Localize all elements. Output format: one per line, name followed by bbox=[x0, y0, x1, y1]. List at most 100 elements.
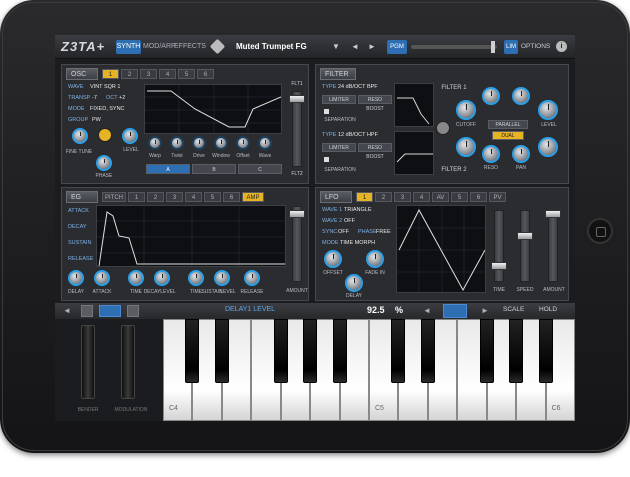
eg-delay-knob[interactable] bbox=[68, 270, 84, 286]
options-button[interactable]: OPTIONS bbox=[521, 40, 550, 54]
eg-tab-5[interactable]: 5 bbox=[204, 192, 221, 202]
parallel-button[interactable]: PARALLEL bbox=[488, 120, 528, 129]
keyboard-mode-icon[interactable] bbox=[99, 305, 121, 317]
osc-mode-a[interactable]: A bbox=[146, 164, 190, 174]
eg-tab-1[interactable]: 1 bbox=[128, 192, 145, 202]
osc-tab-1[interactable]: 1 bbox=[102, 69, 119, 79]
collapse-left-icon[interactable]: ◄ bbox=[63, 306, 71, 315]
scale-button[interactable]: SCALE bbox=[503, 306, 524, 313]
filter1-type-value[interactable]: 24 dB/OCT BPF bbox=[338, 84, 378, 90]
window-knob[interactable] bbox=[214, 136, 228, 150]
black-key[interactable] bbox=[303, 319, 318, 383]
home-button[interactable] bbox=[587, 218, 613, 244]
eg-sustain-time-knob[interactable] bbox=[188, 270, 204, 286]
lfo-wave1-value[interactable]: TRIANGLE bbox=[344, 207, 372, 213]
preset-dropdown-icon[interactable]: ▼ bbox=[332, 40, 340, 54]
osc-mode-c[interactable]: C bbox=[238, 164, 282, 174]
filter2-reso-knob[interactable] bbox=[482, 145, 500, 163]
next-preset-button[interactable]: ► bbox=[368, 40, 376, 54]
filter1-limiter-button[interactable]: LIMITER bbox=[322, 95, 356, 104]
limiter-button[interactable]: LIM bbox=[504, 40, 518, 54]
eg-amount-handle[interactable] bbox=[289, 210, 305, 218]
lfo-tab-5[interactable]: 5 bbox=[451, 192, 468, 202]
lfo-wave2-value[interactable]: OFF bbox=[344, 218, 355, 224]
prev-preset-button[interactable]: ◄ bbox=[351, 40, 359, 54]
black-key[interactable] bbox=[332, 319, 347, 383]
piano-icon[interactable] bbox=[127, 305, 139, 317]
filter2-limiter-button[interactable]: LIMITER bbox=[322, 143, 356, 152]
hold-button[interactable]: HOLD bbox=[539, 306, 557, 313]
eg-tab-4[interactable]: 4 bbox=[185, 192, 202, 202]
eg-attack-knob[interactable] bbox=[94, 270, 110, 286]
pgm-button[interactable]: PGM bbox=[387, 40, 407, 54]
mode-value[interactable]: FIXED, SYNC bbox=[90, 106, 125, 112]
osc-tab-4[interactable]: 4 bbox=[159, 69, 176, 79]
eg-tab-6[interactable]: 6 bbox=[223, 192, 240, 202]
wave-value[interactable]: VINT SQR 1 bbox=[90, 84, 120, 90]
drive-knob[interactable] bbox=[192, 136, 206, 150]
filter2-type-value[interactable]: 12 dB/OCT HPF bbox=[338, 132, 378, 138]
pitch-bender-wheel[interactable] bbox=[81, 325, 95, 399]
eg-release-knob[interactable] bbox=[244, 270, 260, 286]
grid-icon[interactable] bbox=[81, 305, 93, 317]
oct-value[interactable]: +2 bbox=[119, 95, 125, 101]
lfo-tab-3[interactable]: 3 bbox=[394, 192, 411, 202]
eg-sustain-level-knob[interactable] bbox=[214, 270, 230, 286]
offset-knob[interactable] bbox=[236, 136, 250, 150]
osc-tab-6[interactable]: 6 bbox=[197, 69, 214, 79]
black-key[interactable] bbox=[214, 319, 229, 383]
fine-tune-knob[interactable] bbox=[72, 128, 88, 144]
lfo-delay-knob[interactable] bbox=[345, 274, 363, 292]
black-key[interactable] bbox=[391, 319, 406, 383]
wave-knob[interactable] bbox=[258, 136, 272, 150]
lfo-speed-handle[interactable] bbox=[517, 232, 533, 240]
filter1-pan-knob[interactable] bbox=[512, 87, 530, 105]
eg-tab-pitch[interactable]: PITCH bbox=[102, 192, 126, 202]
twist-knob[interactable] bbox=[170, 136, 184, 150]
tab-effects[interactable]: EFFECTS bbox=[174, 40, 206, 54]
octave-up-button[interactable]: ► bbox=[481, 306, 489, 315]
osc-tab-5[interactable]: 5 bbox=[178, 69, 195, 79]
power-icon[interactable] bbox=[98, 128, 112, 142]
lfo-speed-slider[interactable] bbox=[520, 210, 530, 282]
filter1-reso-boost-button[interactable]: RESO BOOST bbox=[358, 95, 392, 112]
filter2-pan-knob[interactable] bbox=[512, 145, 530, 163]
lfo-sync-value[interactable]: OFF bbox=[338, 229, 349, 235]
lfo-tab-av[interactable]: AV bbox=[432, 192, 449, 202]
octave-down-button[interactable]: ◄ bbox=[423, 306, 431, 315]
filter2-level-knob[interactable] bbox=[538, 137, 558, 157]
tab-mod-arp[interactable]: MOD/ARP bbox=[143, 40, 176, 54]
eg-decay-level-knob[interactable] bbox=[154, 270, 170, 286]
info-icon[interactable]: i bbox=[556, 41, 567, 52]
transp-value[interactable]: -7 bbox=[92, 95, 97, 101]
lfo-offset-knob[interactable] bbox=[324, 250, 342, 268]
lfo-amount-handle[interactable] bbox=[545, 210, 561, 218]
lfo-tab-4[interactable]: 4 bbox=[413, 192, 430, 202]
lock-icon[interactable] bbox=[443, 304, 467, 318]
master-volume-slider[interactable] bbox=[411, 45, 497, 49]
preset-name[interactable]: Muted Trumpet FG bbox=[236, 40, 346, 54]
modulation-wheel[interactable] bbox=[121, 325, 135, 399]
lfo-mode-value[interactable]: TIME MORPH bbox=[340, 240, 375, 246]
cube-icon[interactable] bbox=[209, 38, 226, 55]
filter1-checkbox[interactable] bbox=[324, 109, 329, 114]
filter2-checkbox[interactable] bbox=[324, 157, 329, 162]
lfo-time-slider[interactable] bbox=[494, 210, 504, 282]
lfo-amount-slider[interactable] bbox=[548, 210, 558, 282]
lfo-time-handle[interactable] bbox=[491, 262, 507, 270]
master-volume-handle[interactable] bbox=[491, 41, 495, 53]
osc-tab-3[interactable]: 3 bbox=[140, 69, 157, 79]
eg-tab-3[interactable]: 3 bbox=[166, 192, 183, 202]
lfo-phase-value[interactable]: FREE bbox=[376, 229, 391, 235]
lfo-tab-6[interactable]: 6 bbox=[470, 192, 487, 202]
osc-level-knob[interactable] bbox=[122, 128, 138, 144]
link-icon[interactable] bbox=[436, 121, 450, 135]
black-key[interactable] bbox=[479, 319, 494, 383]
phase-knob[interactable] bbox=[96, 155, 112, 171]
lfo-tab-2[interactable]: 2 bbox=[375, 192, 392, 202]
lfo-tab-1[interactable]: 1 bbox=[356, 192, 373, 202]
osc-tab-2[interactable]: 2 bbox=[121, 69, 138, 79]
black-key[interactable] bbox=[509, 319, 524, 383]
warp-knob[interactable] bbox=[148, 136, 162, 150]
filter2-cutoff-knob[interactable] bbox=[456, 137, 476, 157]
